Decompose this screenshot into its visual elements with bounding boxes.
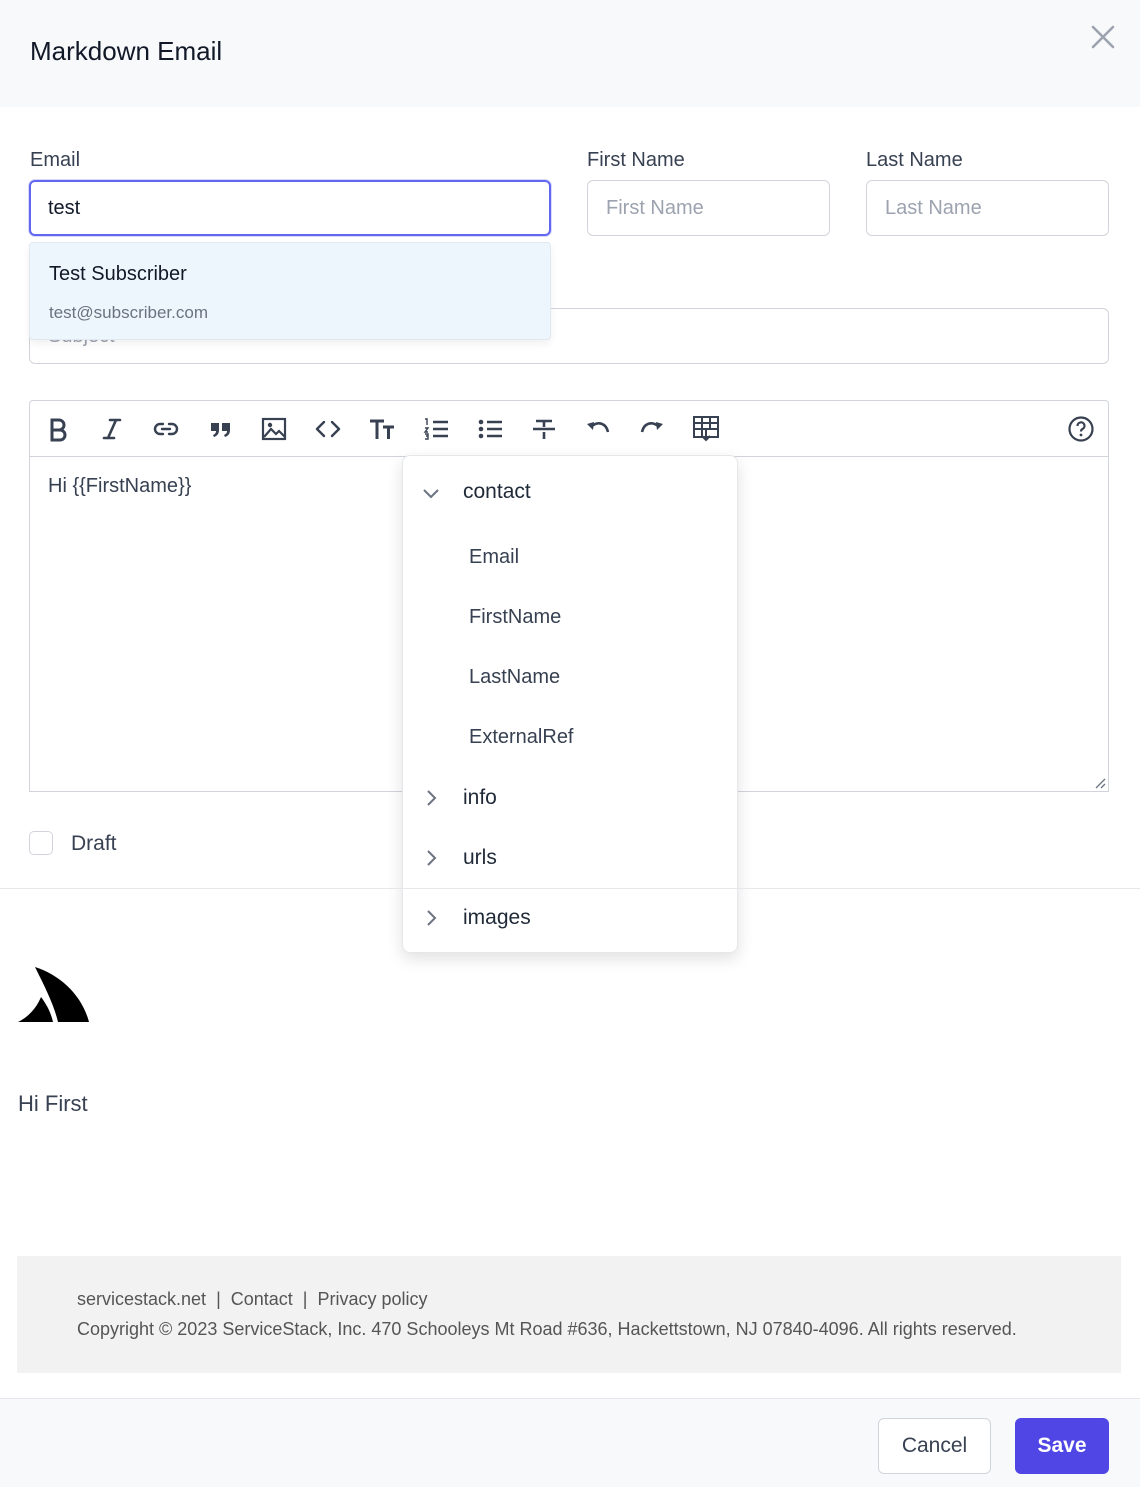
- image-icon[interactable]: [258, 413, 290, 445]
- bold-icon[interactable]: [42, 413, 74, 445]
- email-autocomplete-option[interactable]: Test Subscriber test@subscriber.com: [29, 242, 551, 340]
- footer-copyright: Copyright © 2023 ServiceStack, Inc. 470 …: [77, 1319, 1017, 1339]
- dropdown-item-externalref[interactable]: ExternalRef: [469, 726, 574, 749]
- undo-icon[interactable]: [582, 413, 614, 445]
- autocomplete-name: Test Subscriber: [49, 263, 187, 285]
- footer-link-website[interactable]: servicestack.net: [77, 1289, 206, 1309]
- email-field[interactable]: [29, 180, 551, 236]
- chevron-right-icon: [427, 790, 437, 806]
- footer-separator: |: [216, 1289, 221, 1309]
- link-icon[interactable]: [150, 413, 182, 445]
- footer-link-privacy[interactable]: Privacy policy: [317, 1289, 427, 1309]
- dropdown-group-label: info: [463, 786, 497, 809]
- dropdown-item-email[interactable]: Email: [469, 546, 519, 569]
- save-button[interactable]: Save: [1015, 1418, 1109, 1474]
- chevron-down-icon: [423, 489, 439, 499]
- editor-content[interactable]: Hi {{FirstName}}: [48, 475, 191, 498]
- dropdown-group-label: images: [463, 906, 531, 929]
- ordered-list-icon[interactable]: [420, 413, 452, 445]
- redo-icon[interactable]: [636, 413, 668, 445]
- modal-title: Markdown Email: [30, 36, 223, 66]
- dropdown-group-info[interactable]: info: [403, 779, 739, 819]
- first-name-field[interactable]: [587, 180, 830, 236]
- modal-footer: Cancel Save: [0, 1398, 1140, 1487]
- italic-icon[interactable]: [96, 413, 128, 445]
- last-name-label: Last Name: [866, 149, 963, 171]
- dropdown-group-images[interactable]: images: [403, 899, 739, 939]
- dropdown-item-lastname[interactable]: LastName: [469, 666, 560, 689]
- resize-handle-icon[interactable]: [1092, 775, 1106, 789]
- editor-toolbar: [29, 400, 1109, 457]
- draft-label: Draft: [71, 832, 117, 855]
- quote-icon[interactable]: [204, 413, 236, 445]
- chevron-right-icon: [427, 910, 437, 926]
- code-icon[interactable]: [312, 413, 344, 445]
- email-label: Email: [30, 149, 81, 171]
- draft-checkbox[interactable]: [29, 831, 53, 855]
- heading-icon[interactable]: [366, 413, 398, 445]
- dropdown-group-label: urls: [463, 846, 497, 869]
- modal-header: Markdown Email: [0, 0, 1140, 107]
- dropdown-group-contact[interactable]: contact: [403, 473, 739, 513]
- help-icon[interactable]: [1065, 413, 1097, 445]
- variables-dropdown: contact Email FirstName LastName Externa…: [402, 455, 738, 953]
- cancel-button[interactable]: Cancel: [878, 1418, 991, 1474]
- footer-separator: |: [302, 1289, 308, 1309]
- dropdown-item-firstname[interactable]: FirstName: [469, 606, 561, 629]
- dropdown-group-urls[interactable]: urls: [403, 839, 739, 879]
- chevron-right-icon: [427, 850, 437, 866]
- autocomplete-email: test@subscriber.com: [49, 303, 208, 322]
- servicestack-logo: [18, 967, 89, 1022]
- footer-link-contact[interactable]: Contact: [231, 1289, 293, 1309]
- section-divider: [0, 888, 1140, 889]
- email-footer: servicestack.net | Contact | Privacy policy …: [17, 1256, 1121, 1373]
- last-name-field[interactable]: [866, 180, 1109, 236]
- strikethrough-icon[interactable]: [528, 413, 560, 445]
- first-name-label: First Name: [587, 149, 685, 171]
- unordered-list-icon[interactable]: [474, 413, 506, 445]
- footer-links: servicestack.net | Contact | Privacy policy: [77, 1289, 428, 1310]
- dropdown-group-label: contact: [463, 480, 531, 503]
- close-icon[interactable]: [1086, 20, 1120, 54]
- preview-greeting: Hi First: [18, 1091, 88, 1116]
- insert-variable-icon[interactable]: [690, 413, 722, 445]
